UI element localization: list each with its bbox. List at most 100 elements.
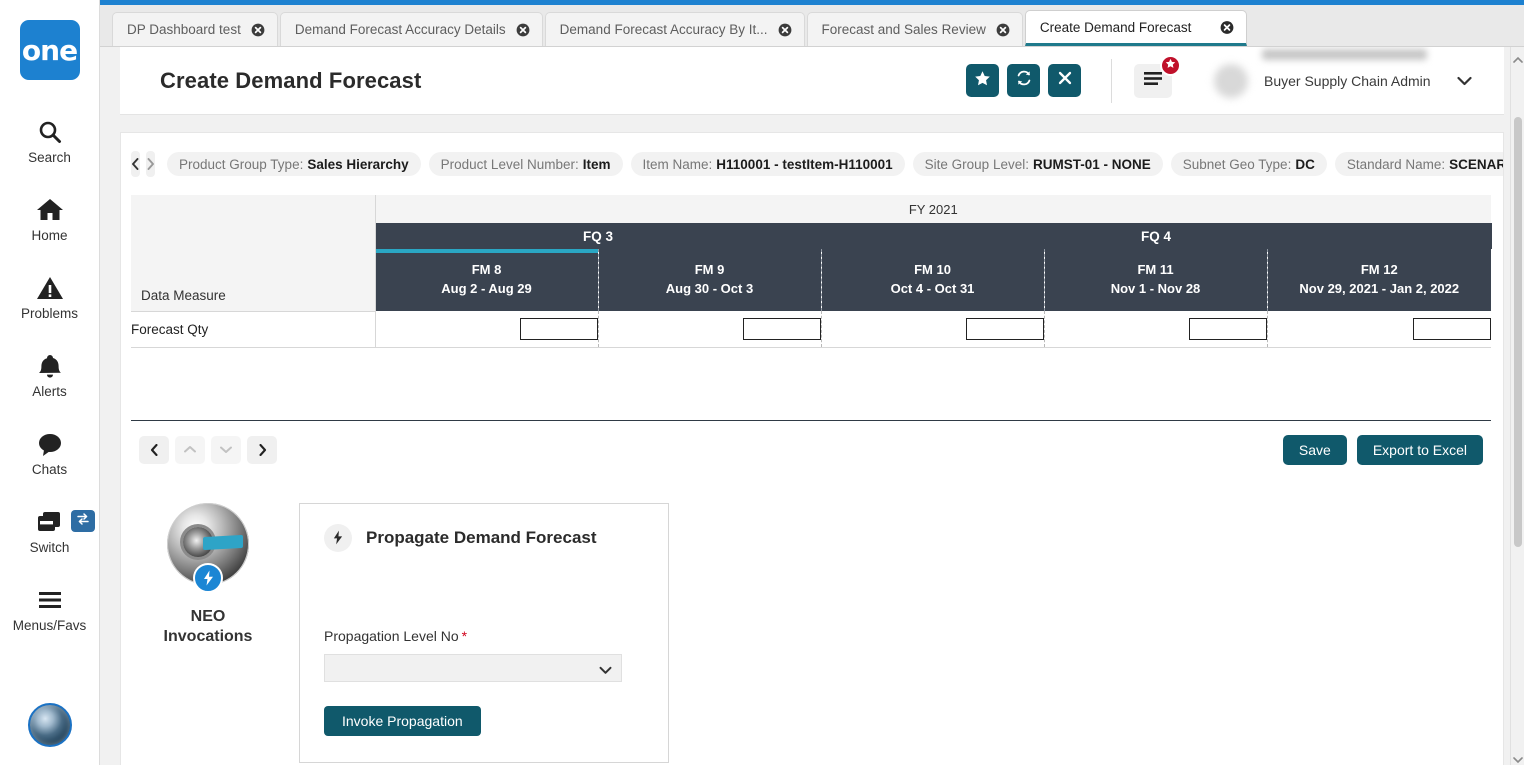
sidebar-item-label: Alerts bbox=[32, 384, 67, 400]
filter-chip-subnet-geo-type[interactable]: Subnet Geo Type: DC bbox=[1170, 152, 1327, 176]
close-button[interactable] bbox=[1048, 64, 1081, 97]
chip-value: H110001 - testItem-H110001 bbox=[716, 156, 893, 172]
filter-chip-site-group-level[interactable]: Site Group Level: RUMST-01 - NONE bbox=[912, 152, 1163, 176]
close-icon[interactable] bbox=[516, 23, 530, 37]
month-name: FM 10 bbox=[914, 262, 951, 278]
chip-label: Product Level Number: bbox=[440, 156, 579, 172]
neo-robot-avatar-icon[interactable] bbox=[28, 703, 72, 747]
chip-value: Item bbox=[582, 156, 611, 172]
forecast-qty-cell-fm8[interactable] bbox=[374, 311, 598, 348]
forecast-qty-input-fm10[interactable] bbox=[965, 317, 1044, 340]
sidebar-item-search[interactable]: Search bbox=[0, 102, 99, 180]
application-root: one Search Home Problems Alerts Chats Sw… bbox=[0, 0, 1524, 765]
grid-corner-cell: Data Measure bbox=[131, 195, 376, 312]
propagation-level-select[interactable] bbox=[324, 653, 622, 682]
swap-arrows-icon bbox=[76, 512, 90, 531]
one-logo-text: one bbox=[21, 33, 78, 67]
invoke-propagation-button[interactable]: Invoke Propagation bbox=[324, 705, 481, 736]
page-scrollbar[interactable] bbox=[1510, 47, 1524, 765]
tab-label: DP Dashboard test bbox=[127, 22, 241, 37]
refresh-button[interactable] bbox=[1007, 64, 1040, 97]
tab-demand-forecast-accuracy-details[interactable]: Demand Forecast Accuracy Details bbox=[279, 12, 543, 46]
page-down-button[interactable] bbox=[211, 435, 241, 464]
filter-chip-standard-name[interactable]: Standard Name:SCENARIO 3 bbox=[1334, 152, 1503, 176]
one-logo[interactable]: one bbox=[19, 20, 80, 80]
forecast-qty-input-fm11[interactable] bbox=[1188, 317, 1267, 340]
refresh-icon bbox=[1015, 69, 1033, 92]
propagate-card-title: Propagate Demand Forecast bbox=[366, 527, 597, 547]
propagation-level-select-wrap bbox=[324, 653, 622, 682]
filter-bar: Product Group Type: Sales Hierarchy Produ… bbox=[121, 133, 1503, 195]
month-name: FM 11 bbox=[1137, 262, 1174, 278]
month-header-fm8: FM 8 Aug 2 - Aug 29 bbox=[374, 249, 598, 311]
tab-demand-forecast-accuracy-by-item[interactable]: Demand Forecast Accuracy By It... bbox=[544, 12, 805, 46]
favorite-button[interactable] bbox=[966, 64, 999, 97]
lightning-bolt-icon bbox=[324, 523, 352, 552]
chip-value: DC bbox=[1295, 156, 1315, 172]
forecast-qty-input-fm8[interactable] bbox=[519, 317, 598, 340]
sidebar-item-label: Problems bbox=[20, 306, 79, 322]
measure-column-header: Data Measure bbox=[141, 287, 226, 303]
tab-create-demand-forecast[interactable]: Create Demand Forecast bbox=[1024, 10, 1247, 46]
close-icon[interactable] bbox=[251, 23, 265, 37]
scroll-thumb[interactable] bbox=[1514, 117, 1522, 547]
sidebar-item-home[interactable]: Home bbox=[0, 180, 99, 258]
tab-forecast-and-sales-review[interactable]: Forecast and Sales Review bbox=[806, 12, 1023, 46]
lightning-bolt-icon bbox=[193, 562, 223, 593]
page-menu-button[interactable] bbox=[1134, 54, 1181, 98]
filter-chip-product-group-type[interactable]: Product Group Type: Sales Hierarchy bbox=[167, 152, 421, 176]
forecast-qty-cell-fm10[interactable] bbox=[820, 311, 1044, 348]
scroll-down-icon[interactable] bbox=[1513, 751, 1523, 764]
sidebar-item-switch[interactable]: Switch bbox=[0, 492, 99, 570]
export-to-excel-button[interactable]: Export to Excel bbox=[1356, 434, 1483, 465]
content-panel: Product Group Type: Sales Hierarchy Produ… bbox=[120, 132, 1504, 765]
propagation-level-label: Propagation Level No * bbox=[324, 628, 644, 644]
sidebar-item-menus-favs[interactable]: Menus/Favs bbox=[0, 570, 99, 648]
filter-chip-item-name[interactable]: Item Name: H110001 - testItem-H110001 bbox=[630, 152, 905, 176]
month-name: FM 8 bbox=[471, 262, 502, 278]
forecast-qty-input-fm12[interactable] bbox=[1413, 317, 1492, 340]
filter-chip-product-level-number[interactable]: Product Level Number: Item bbox=[428, 152, 623, 176]
chevron-down-icon[interactable] bbox=[1446, 63, 1482, 99]
tab-label: Demand Forecast Accuracy Details bbox=[294, 22, 506, 37]
forecast-qty-cell-fm11[interactable] bbox=[1043, 311, 1267, 348]
chip-value: RUMST-01 - NONE bbox=[1032, 156, 1151, 172]
filters-next-button[interactable] bbox=[146, 151, 155, 177]
page-up-button[interactable] bbox=[175, 435, 205, 464]
sidebar-item-alerts[interactable]: Alerts bbox=[0, 336, 99, 414]
required-asterisk: * bbox=[461, 627, 468, 644]
user-menu[interactable]: Buyer Supply Chain Admin bbox=[1214, 48, 1482, 101]
windows-stack-icon bbox=[35, 507, 65, 537]
chip-label: Product Group Type: bbox=[179, 156, 304, 172]
user-name-redacted bbox=[1262, 48, 1427, 60]
forecast-table: Data Measure FY 2021 FQ 3 FQ 4 FM 8 Aug … bbox=[131, 195, 1492, 348]
forecast-qty-cell-fm12[interactable] bbox=[1266, 311, 1492, 348]
month-range: Nov 1 - Nov 28 bbox=[1110, 281, 1201, 296]
month-header-fm12: FM 12 Nov 29, 2021 - Jan 2, 2022 bbox=[1266, 249, 1492, 311]
favorites-badge bbox=[1160, 54, 1181, 76]
tab-bar: DP Dashboard test Demand Forecast Accura… bbox=[100, 5, 1524, 47]
filters-prev-button[interactable] bbox=[131, 151, 140, 177]
user-role-select[interactable]: Buyer Supply Chain Admin bbox=[1262, 48, 1482, 101]
forecast-qty-input-fm9[interactable] bbox=[742, 317, 821, 340]
scroll-up-icon[interactable] bbox=[1513, 51, 1523, 63]
home-icon bbox=[36, 195, 64, 225]
page-left-button[interactable] bbox=[139, 435, 169, 464]
propagation-level-label-text: Propagation Level No bbox=[324, 627, 459, 644]
save-button[interactable]: Save bbox=[1282, 434, 1347, 465]
close-icon[interactable] bbox=[1220, 20, 1234, 34]
page-right-button[interactable] bbox=[247, 435, 277, 464]
table-row-fiscal-year: Data Measure FY 2021 bbox=[131, 195, 1492, 312]
tab-label: Demand Forecast Accuracy By It... bbox=[559, 22, 768, 37]
sidebar-item-problems[interactable]: Problems bbox=[0, 258, 99, 336]
close-icon[interactable] bbox=[778, 23, 792, 37]
tab-dp-dashboard-test[interactable]: DP Dashboard test bbox=[112, 12, 278, 46]
month-header-fm11: FM 11 Nov 1 - Nov 28 bbox=[1043, 249, 1267, 311]
page-body: Create Demand Forecast Buyer Supply Chai… bbox=[100, 47, 1524, 765]
chip-value: SCENARIO 3 bbox=[1449, 156, 1503, 172]
close-icon[interactable] bbox=[996, 23, 1010, 37]
neo-visor-icon bbox=[203, 534, 243, 550]
forecast-qty-cell-fm9[interactable] bbox=[597, 311, 821, 348]
switch-badge[interactable] bbox=[71, 510, 95, 532]
sidebar-item-chats[interactable]: Chats bbox=[0, 414, 99, 492]
